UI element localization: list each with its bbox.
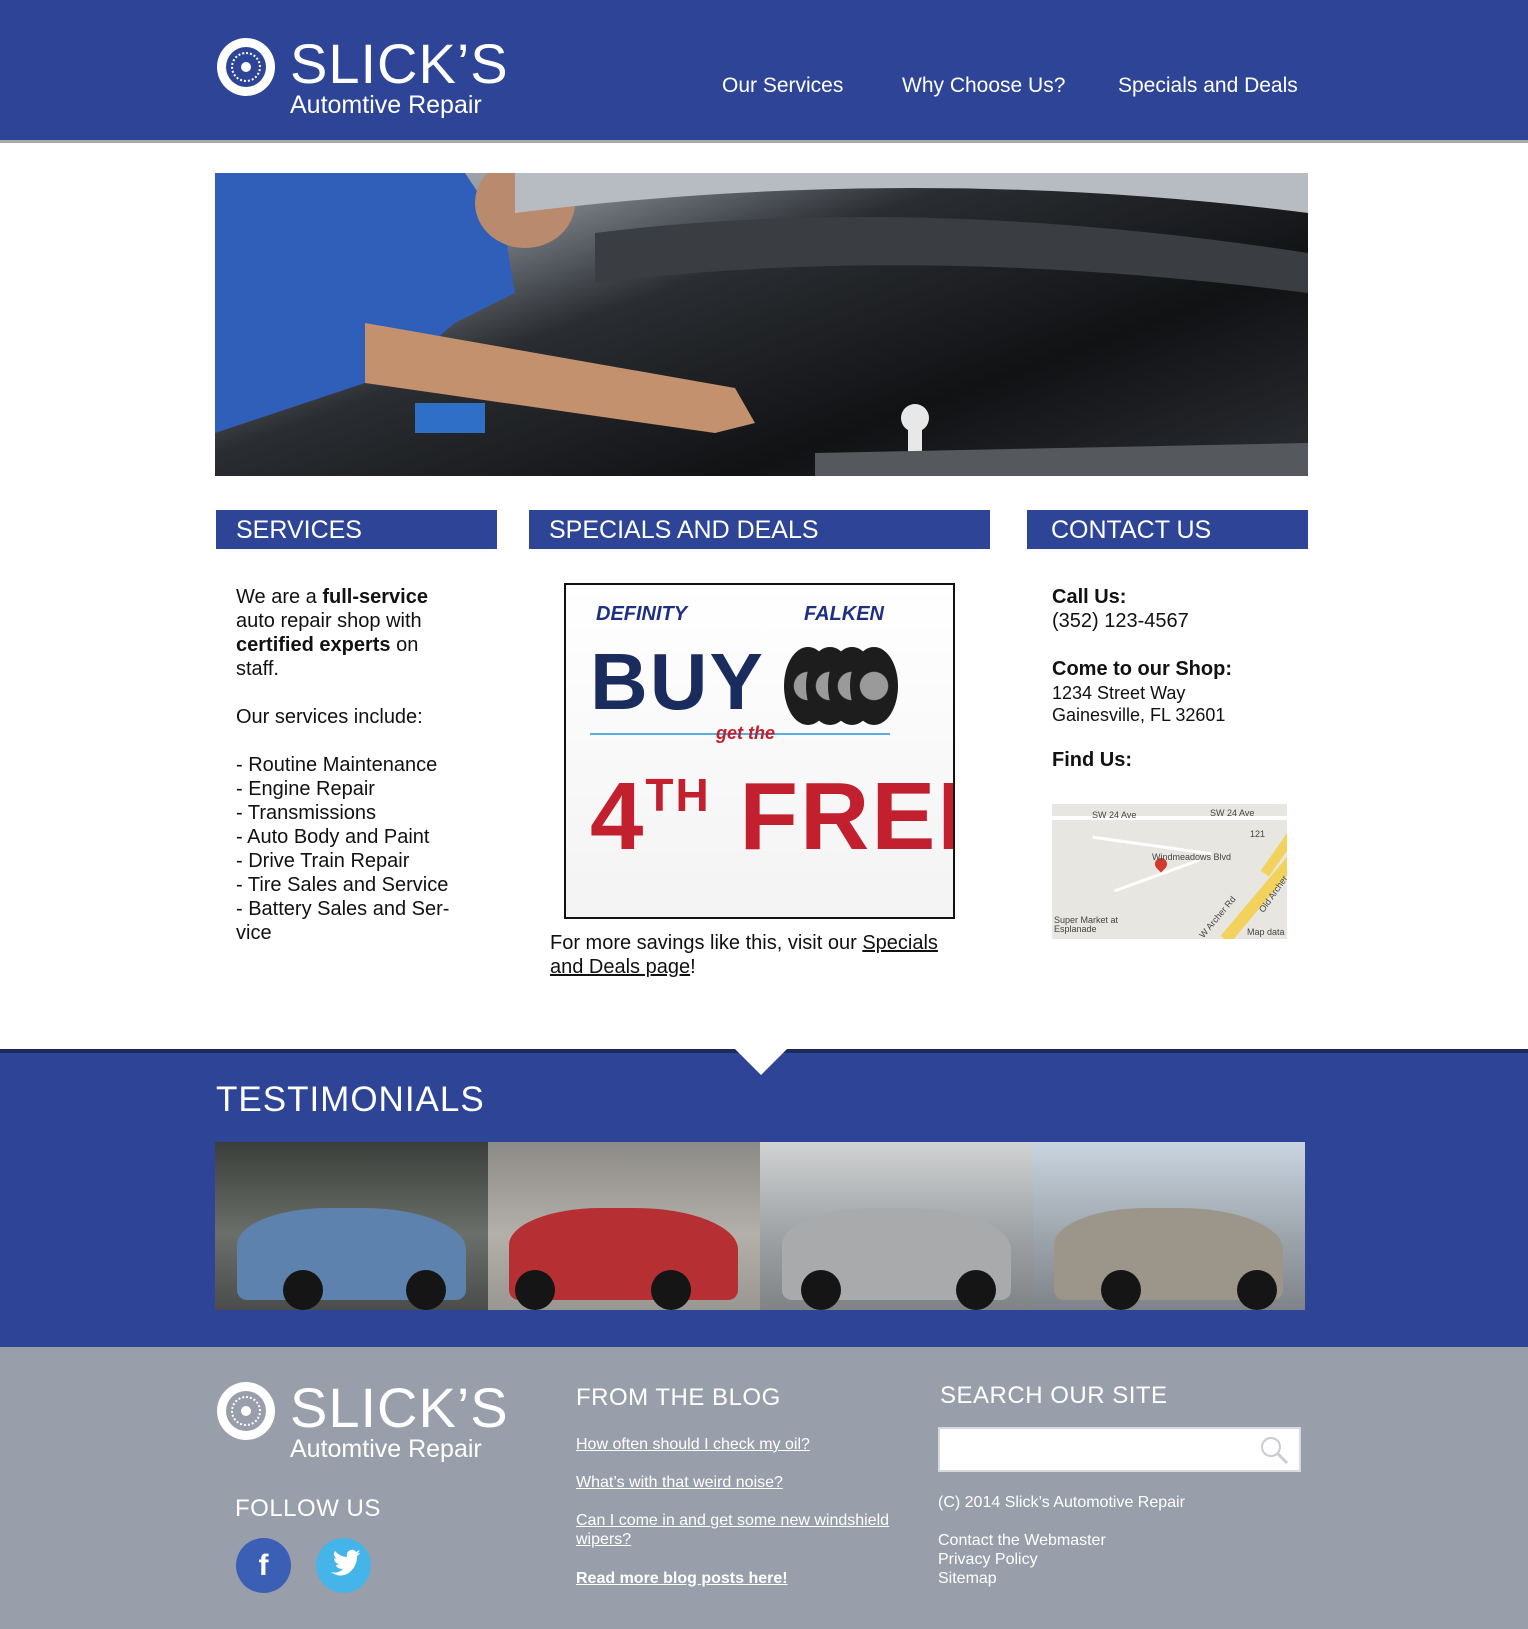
map-data-label: Map data xyxy=(1247,927,1285,937)
blog-link-noise[interactable]: What’s with that weird noise? xyxy=(576,1473,783,1492)
service-item-auto-body: - Auto Body and Paint xyxy=(236,826,430,848)
tire-icon xyxy=(850,647,898,725)
map-label: Super Market at Esplanade xyxy=(1054,915,1119,934)
specials-note-text: For more savings like this, visit our xyxy=(550,932,863,954)
mechanic-engine-photo xyxy=(215,173,1308,476)
definity-brand-logo: DEFINITY xyxy=(596,603,688,625)
blog-link-wipers[interactable]: Can I come in and get some new windshiel… xyxy=(576,1511,916,1549)
service-item-engine-repair: - Engine Repair xyxy=(236,778,375,800)
search-icon[interactable] xyxy=(1259,1435,1289,1465)
specials-heading: SPECIALS AND DEALS xyxy=(529,510,990,549)
service-item-battery-sales: - Battery Sales and Ser-vice xyxy=(236,898,450,944)
service-item-routine-maintenance: - Routine Maintenance xyxy=(236,754,438,776)
footer-logo[interactable]: SLICK’S Automtive Repair xyxy=(217,1376,517,1463)
service-item-drive-train: - Drive Train Repair xyxy=(236,850,410,872)
blog-link-oil[interactable]: How often should I check my oil? xyxy=(576,1435,810,1454)
hero-mechanic-image xyxy=(215,173,1308,476)
address-line-2: Gainesville, FL 32601 xyxy=(1052,705,1226,725)
testimonial-photo-silver-cruiser[interactable] xyxy=(760,1142,1033,1310)
nav-specials-and-deals[interactable]: Specials and Deals xyxy=(1118,74,1298,98)
certified-experts-emphasis: certified experts xyxy=(236,634,391,656)
nav-our-services[interactable]: Our Services xyxy=(722,74,843,98)
address-line-1: 1234 Street Way xyxy=(1052,683,1186,703)
sitemap-link[interactable]: Sitemap xyxy=(938,1569,997,1588)
tire-logo-icon xyxy=(217,1382,275,1440)
copyright-text: (C) 2014 Slick’s Automotive Repair xyxy=(938,1494,1185,1511)
call-us-label: Call Us: xyxy=(1052,586,1127,608)
full-service-emphasis: full-service xyxy=(322,586,428,608)
specials-note: For more savings like this, visit our Sp… xyxy=(550,931,970,979)
contact-webmaster-link[interactable]: Contact the Webmaster xyxy=(938,1531,1106,1550)
shop-label: Come to our Shop: xyxy=(1052,658,1232,680)
logo-subtitle: Automtive Repair xyxy=(290,91,482,119)
specials-note-text: ! xyxy=(690,956,696,978)
services-intro-text: We are a xyxy=(236,586,323,608)
blog-title: FROM THE BLOG xyxy=(576,1384,781,1411)
site-footer: SLICK’S Automtive Repair FOLLOW US f FRO… xyxy=(0,1347,1528,1629)
testimonial-photo-blue-sedan[interactable] xyxy=(215,1142,488,1310)
testimonial-photo-strip xyxy=(215,1142,1305,1310)
promo-4th-free: 4TH FREE xyxy=(590,763,953,870)
services-include-label: Our services include: xyxy=(236,706,423,728)
tire-logo-icon xyxy=(217,38,275,96)
footer-logo-name: SLICK’S xyxy=(290,1376,509,1439)
map-label: Windmeadows Blvd xyxy=(1152,852,1232,862)
search-title: SEARCH OUR SITE xyxy=(940,1382,1168,1409)
search-input[interactable] xyxy=(944,1433,1244,1468)
map-label: 121 xyxy=(1250,829,1266,839)
site-header: SLICK’S Automtive Repair Our Services Wh… xyxy=(0,0,1528,143)
services-heading: SERVICES xyxy=(216,510,497,549)
nav-why-choose-us[interactable]: Why Choose Us? xyxy=(902,74,1065,98)
facebook-icon[interactable]: f xyxy=(236,1538,291,1593)
logo-name: SLICK’S xyxy=(290,32,509,95)
map-label: SW 24 Ave xyxy=(1210,808,1255,818)
phone-number[interactable]: (352) 123-4567 xyxy=(1052,610,1189,632)
footer-logo-subtitle: Automtive Repair xyxy=(290,1435,482,1463)
section-notch xyxy=(735,1049,787,1075)
testimonials-title: TESTIMONIALS xyxy=(216,1080,485,1119)
services-description: We are a full-service auto repair shop w… xyxy=(236,585,466,945)
contact-heading: CONTACT US xyxy=(1027,510,1308,549)
blog-read-more-link[interactable]: Read more blog posts here! xyxy=(576,1569,788,1588)
map-label: SW 24 Ave xyxy=(1092,810,1137,820)
services-intro-text: auto repair shop with xyxy=(236,610,422,632)
service-item-transmissions: - Transmissions xyxy=(236,802,377,824)
twitter-icon[interactable] xyxy=(316,1538,371,1593)
location-map[interactable]: SW 24 Ave SW 24 Ave 121 Windmeadows Blvd… xyxy=(1052,804,1287,939)
follow-us-title: FOLLOW US xyxy=(235,1495,381,1522)
service-item-tire-sales: - Tire Sales and Service xyxy=(236,874,449,896)
testimonials-section: TESTIMONIALS xyxy=(0,1049,1528,1347)
header-logo[interactable]: SLICK’S Automtive Repair xyxy=(217,32,517,119)
privacy-policy-link[interactable]: Privacy Policy xyxy=(938,1550,1038,1569)
find-us-label: Find Us: xyxy=(1052,749,1132,771)
promo-get-the: get the xyxy=(716,723,776,743)
tire-promo-banner[interactable]: DEFINITY FALKEN BUY 3 get the 4TH FREE xyxy=(564,583,955,919)
falken-brand-logo: FALKEN xyxy=(804,603,884,625)
testimonial-photo-gold-sedan[interactable] xyxy=(1032,1142,1305,1310)
site-search xyxy=(938,1427,1301,1472)
testimonial-photo-red-coupe[interactable] xyxy=(487,1142,760,1310)
